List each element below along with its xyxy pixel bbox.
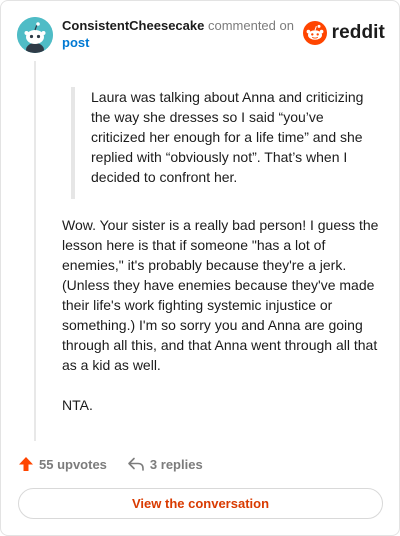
view-conversation-button[interactable]: View the conversation xyxy=(18,488,383,519)
snoo-avatar-icon xyxy=(17,17,53,53)
upvote-arrow-icon xyxy=(19,457,33,471)
replies-button[interactable]: 3 replies xyxy=(127,456,203,472)
comment-paragraph: NTA. xyxy=(62,397,93,413)
replies-count: 3 replies xyxy=(149,456,203,472)
brand-wordmark: reddit xyxy=(331,22,385,43)
comment-header: ConsistentCheesecake commented on post r… xyxy=(17,17,385,53)
comment-paragraph: Wow. Your sister is a really bad person!… xyxy=(62,217,379,373)
username-link[interactable]: ConsistentCheesecake xyxy=(62,18,204,33)
reply-arrow-icon xyxy=(128,457,144,471)
reddit-logo[interactable]: reddit xyxy=(302,21,385,45)
action-text: commented on xyxy=(207,18,294,33)
thread-line[interactable] xyxy=(34,61,36,441)
user-avatar[interactable] xyxy=(17,17,53,53)
comment-actions: 55 upvotes 3 replies xyxy=(18,453,203,475)
quoted-text: Laura was talking about Anna and critici… xyxy=(71,87,379,199)
comment-body: Wow. Your sister is a really bad person!… xyxy=(62,215,380,435)
comment-meta: ConsistentCheesecake commented on post xyxy=(62,17,294,51)
upvote-count: 55 upvotes xyxy=(39,456,107,472)
upvote-button[interactable]: 55 upvotes xyxy=(18,456,107,472)
reddit-logo-icon xyxy=(302,21,327,45)
post-link[interactable]: post xyxy=(62,34,294,51)
comment-card: ConsistentCheesecake commented on post r… xyxy=(0,0,400,536)
